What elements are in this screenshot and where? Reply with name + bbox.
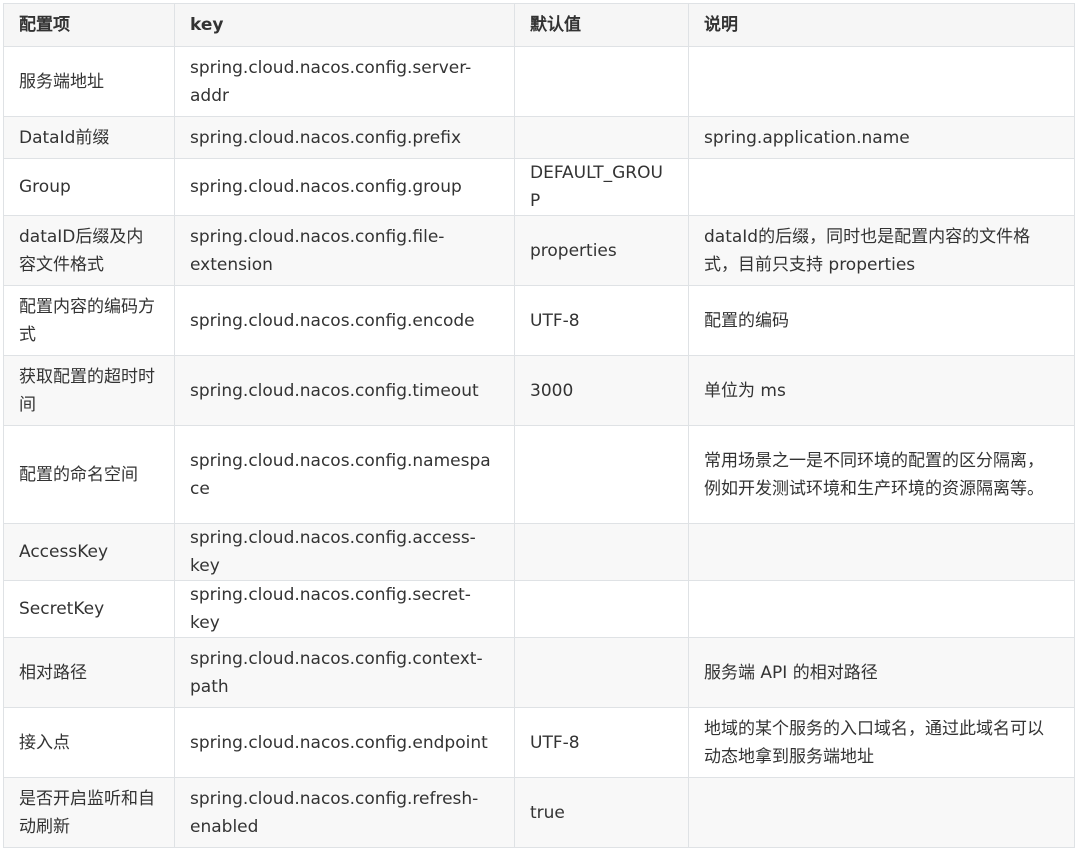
- default-value-cell: [514, 580, 689, 638]
- table-row: dataID后缀及内容文件格式 spring.cloud.nacos.confi…: [3, 215, 1075, 286]
- key-cell: spring.cloud.nacos.config.secret-key: [174, 580, 515, 638]
- config-item-cell: Group: [3, 158, 175, 216]
- key-cell: spring.cloud.nacos.config.group: [174, 158, 515, 216]
- header-key: key: [174, 3, 515, 47]
- key-cell: spring.cloud.nacos.config.access-key: [174, 523, 515, 581]
- key-cell: spring.cloud.nacos.config.encode: [174, 285, 515, 356]
- key-cell: spring.cloud.nacos.config.refresh-enable…: [174, 777, 515, 848]
- description-cell: dataId的后缀，同时也是配置内容的文件格式，目前只支持 properties: [688, 215, 1075, 286]
- table-row: DataId前缀 spring.cloud.nacos.config.prefi…: [3, 116, 1075, 159]
- default-value-cell: UTF-8: [514, 707, 689, 778]
- table-row: 相对路径 spring.cloud.nacos.config.context-p…: [3, 637, 1075, 708]
- description-cell: [688, 580, 1075, 638]
- table-row: 是否开启监听和自动刷新 spring.cloud.nacos.config.re…: [3, 777, 1075, 848]
- table-body: 服务端地址 spring.cloud.nacos.config.server-a…: [3, 46, 1075, 848]
- config-table: 配置项 key 默认值 说明 服务端地址 spring.cloud.nacos.…: [3, 3, 1075, 848]
- description-cell: 常用场景之一是不同环境的配置的区分隔离，例如开发测试环境和生产环境的资源隔离等。: [688, 425, 1075, 524]
- description-cell: 服务端 API 的相对路径: [688, 637, 1075, 708]
- default-value-cell: DEFAULT_GROUP: [514, 158, 689, 216]
- config-item-cell: 配置的命名空间: [3, 425, 175, 524]
- description-cell: 配置的编码: [688, 285, 1075, 356]
- table-row: AccessKey spring.cloud.nacos.config.acce…: [3, 523, 1075, 581]
- config-item-cell: SecretKey: [3, 580, 175, 638]
- table-row: 配置的命名空间 spring.cloud.nacos.config.namesp…: [3, 425, 1075, 524]
- default-value-cell: [514, 425, 689, 524]
- config-item-cell: 服务端地址: [3, 46, 175, 117]
- config-item-cell: 是否开启监听和自动刷新: [3, 777, 175, 848]
- key-cell: spring.cloud.nacos.config.endpoint: [174, 707, 515, 778]
- key-cell: spring.cloud.nacos.config.namespace: [174, 425, 515, 524]
- description-cell: [688, 777, 1075, 848]
- config-item-cell: AccessKey: [3, 523, 175, 581]
- config-item-cell: DataId前缀: [3, 116, 175, 159]
- description-cell: [688, 46, 1075, 117]
- key-cell: spring.cloud.nacos.config.prefix: [174, 116, 515, 159]
- header-description: 说明: [688, 3, 1075, 47]
- default-value-cell: true: [514, 777, 689, 848]
- table-row: 获取配置的超时时间 spring.cloud.nacos.config.time…: [3, 355, 1075, 426]
- key-cell: spring.cloud.nacos.config.server-addr: [174, 46, 515, 117]
- table-header: 配置项 key 默认值 说明: [3, 3, 1075, 47]
- table-row: Group spring.cloud.nacos.config.group DE…: [3, 158, 1075, 216]
- default-value-cell: [514, 116, 689, 159]
- default-value-cell: [514, 523, 689, 581]
- config-item-cell: 接入点: [3, 707, 175, 778]
- config-item-cell: dataID后缀及内容文件格式: [3, 215, 175, 286]
- key-cell: spring.cloud.nacos.config.timeout: [174, 355, 515, 426]
- table-row: 配置内容的编码方式 spring.cloud.nacos.config.enco…: [3, 285, 1075, 356]
- header-row: 配置项 key 默认值 说明: [3, 3, 1075, 47]
- config-item-cell: 相对路径: [3, 637, 175, 708]
- config-item-cell: 获取配置的超时时间: [3, 355, 175, 426]
- table-row: 服务端地址 spring.cloud.nacos.config.server-a…: [3, 46, 1075, 117]
- table-row: 接入点 spring.cloud.nacos.config.endpoint U…: [3, 707, 1075, 778]
- description-cell: [688, 158, 1075, 216]
- header-config-item: 配置项: [3, 3, 175, 47]
- config-item-cell: 配置内容的编码方式: [3, 285, 175, 356]
- default-value-cell: [514, 637, 689, 708]
- description-cell: spring.application.name: [688, 116, 1075, 159]
- default-value-cell: UTF-8: [514, 285, 689, 356]
- description-cell: 地域的某个服务的入口域名，通过此域名可以动态地拿到服务端地址: [688, 707, 1075, 778]
- default-value-cell: 3000: [514, 355, 689, 426]
- description-cell: 单位为 ms: [688, 355, 1075, 426]
- default-value-cell: [514, 46, 689, 117]
- key-cell: spring.cloud.nacos.config.file-extension: [174, 215, 515, 286]
- default-value-cell: properties: [514, 215, 689, 286]
- description-cell: [688, 523, 1075, 581]
- key-cell: spring.cloud.nacos.config.context-path: [174, 637, 515, 708]
- table-row: SecretKey spring.cloud.nacos.config.secr…: [3, 580, 1075, 638]
- header-default-value: 默认值: [514, 3, 689, 47]
